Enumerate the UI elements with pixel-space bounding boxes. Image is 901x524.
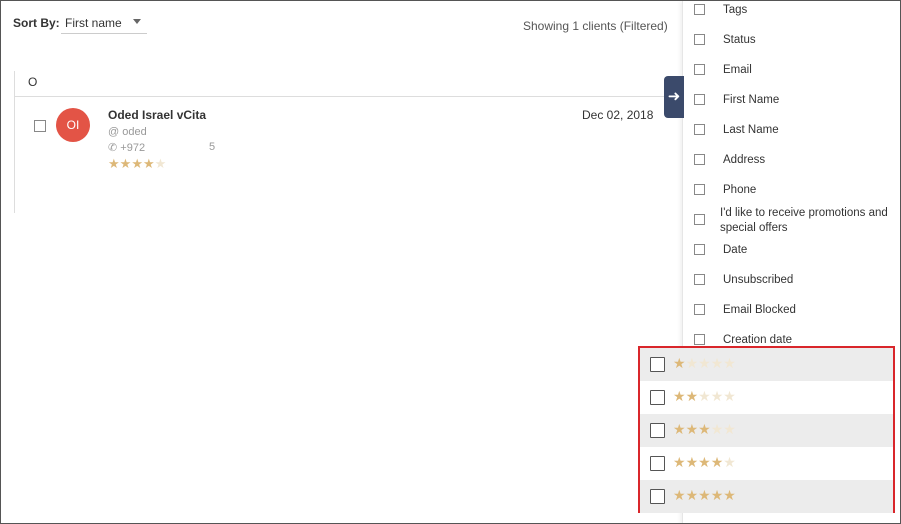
- star-empty-icon: ★: [698, 388, 711, 404]
- star-filled-icon: ★: [685, 487, 699, 503]
- star-filled-icon: ★: [108, 156, 120, 171]
- star-filled-icon: ★: [710, 454, 724, 470]
- sort-by-select[interactable]: First name: [61, 10, 147, 34]
- star-filled-icon: ★: [673, 454, 686, 470]
- star-filled-icon: ★: [685, 454, 699, 470]
- star-empty-icon: ★: [723, 454, 736, 470]
- column-checkbox[interactable]: [694, 4, 705, 15]
- sort-by-label: Sort By:: [13, 16, 60, 30]
- column-checkbox[interactable]: [694, 154, 705, 165]
- rating-option[interactable]: ★★★★★: [640, 414, 893, 447]
- column-checkbox[interactable]: [694, 244, 705, 255]
- collapse-panel-button[interactable]: ➜: [664, 76, 684, 118]
- column-checkbox[interactable]: [694, 64, 705, 75]
- star-filled-icon: ★: [673, 487, 686, 503]
- column-checkbox[interactable]: [694, 184, 705, 195]
- rating-filter: ★★★★★ ★★★★★ ★★★★★ ★★★★★ ★★★★★: [638, 346, 895, 513]
- rating-option[interactable]: ★★★★★: [640, 381, 893, 414]
- rating-checkbox[interactable]: [650, 489, 665, 504]
- phone-suffix: 5: [209, 141, 216, 153]
- star-filled-icon: ★: [698, 454, 711, 470]
- rating-stars: ★★★★★: [673, 355, 736, 372]
- column-checkbox[interactable]: [694, 304, 705, 315]
- rating-option[interactable]: ★★★★★: [640, 348, 893, 381]
- rating-stars: ★★★★★: [673, 388, 736, 405]
- column-checkbox[interactable]: [694, 334, 705, 345]
- star-filled-icon: ★: [685, 388, 699, 404]
- arrow-right-icon: ➜: [667, 88, 681, 105]
- rating-checkbox[interactable]: [650, 390, 665, 405]
- client-list: O OI Oded Israel vCita @ oded ✆ +972 5 ★…: [14, 71, 685, 213]
- star-empty-icon: ★: [698, 355, 711, 371]
- client-rating: ★★★★★: [108, 156, 166, 172]
- column-label: Status: [723, 34, 756, 46]
- star-filled-icon: ★: [142, 156, 155, 171]
- phone-icon: ✆: [108, 142, 118, 154]
- star-filled-icon: ★: [698, 421, 711, 437]
- rating-stars: ★★★★★: [673, 421, 736, 438]
- rating-stars: ★★★★★: [673, 454, 736, 471]
- redaction: [161, 124, 209, 154]
- star-filled-icon: ★: [131, 156, 143, 171]
- rating-option[interactable]: ★★★★★: [640, 447, 893, 480]
- column-label: Email Blocked: [723, 304, 796, 316]
- column-label: Address: [723, 154, 766, 166]
- phone-prefix: +972: [120, 142, 146, 154]
- column-checkbox[interactable]: [694, 94, 705, 105]
- star-empty-icon: ★: [723, 421, 736, 437]
- client-row[interactable]: OI Oded Israel vCita @ oded ✆ +972 5 ★★★…: [15, 98, 685, 178]
- at-icon: @ oded: [108, 126, 147, 138]
- star-filled-icon: ★: [723, 487, 736, 503]
- client-phone: ✆ +972: [108, 141, 145, 154]
- rating-checkbox[interactable]: [650, 423, 665, 438]
- chevron-down-icon: [133, 19, 141, 24]
- client-name[interactable]: Oded Israel vCita: [108, 108, 206, 122]
- column-checkbox[interactable]: [694, 274, 705, 285]
- star-filled-icon: ★: [698, 487, 711, 503]
- group-header: O: [15, 71, 685, 97]
- sort-by-value: First name: [65, 16, 122, 30]
- rating-option[interactable]: ★★★★★: [640, 480, 893, 513]
- column-label: I'd like to receive promotions and speci…: [720, 207, 888, 234]
- star-filled-icon: ★: [673, 388, 686, 404]
- column-checkbox[interactable]: [694, 214, 705, 225]
- app-frame: Sort By: First name Showing 1 clients (F…: [0, 0, 901, 524]
- star-empty-icon: ★: [710, 421, 724, 437]
- column-checkbox[interactable]: [694, 124, 705, 135]
- column-label: Unsubscribed: [723, 274, 794, 286]
- rating-checkbox[interactable]: [650, 357, 665, 372]
- client-date: Dec 02, 2018: [582, 108, 654, 122]
- column-checkbox[interactable]: [694, 34, 705, 45]
- column-label: Date: [723, 244, 748, 256]
- column-label: First Name: [723, 94, 780, 106]
- column-label: Last Name: [723, 124, 779, 136]
- star-empty-icon: ★: [723, 388, 736, 404]
- column-label: Tags: [723, 4, 748, 16]
- star-filled-icon: ★: [685, 421, 699, 437]
- star-filled-icon: ★: [673, 355, 686, 371]
- star-filled-icon: ★: [673, 421, 686, 437]
- star-empty-icon: ★: [154, 156, 167, 171]
- client-email: @ oded: [108, 126, 147, 138]
- star-empty-icon: ★: [710, 388, 724, 404]
- star-empty-icon: ★: [710, 355, 724, 371]
- results-count: Showing 1 clients (Filtered): [523, 19, 668, 33]
- star-filled-icon: ★: [710, 487, 724, 503]
- group-letter: O: [28, 75, 38, 89]
- rating-checkbox[interactable]: [650, 456, 665, 471]
- row-checkbox[interactable]: [34, 120, 46, 132]
- avatar: OI: [56, 108, 90, 142]
- rating-stars: ★★★★★: [673, 487, 736, 504]
- star-filled-icon: ★: [119, 156, 132, 171]
- column-label: Phone: [723, 184, 757, 196]
- star-empty-icon: ★: [685, 355, 699, 371]
- star-empty-icon: ★: [723, 355, 736, 371]
- column-label: Email: [723, 64, 752, 76]
